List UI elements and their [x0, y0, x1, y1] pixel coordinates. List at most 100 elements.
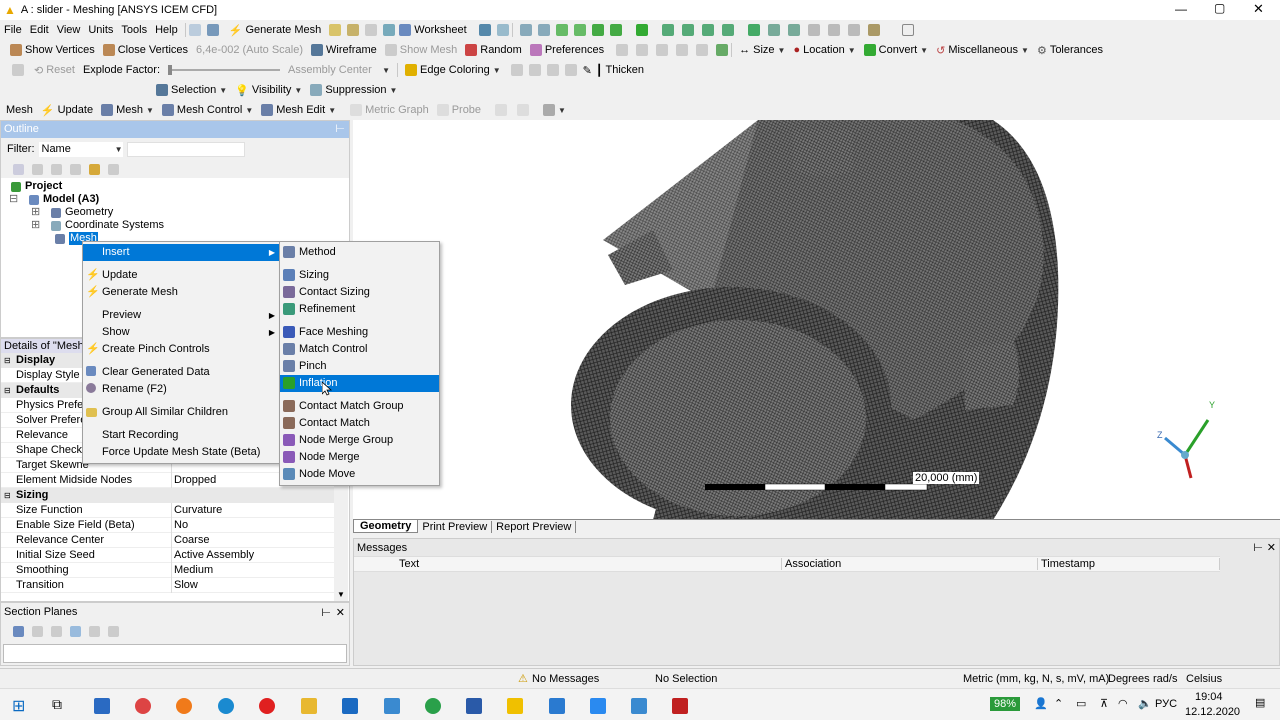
delete-plane-icon[interactable]: [51, 625, 62, 637]
rotation-units[interactable]: rad/s: [1153, 673, 1177, 685]
viewports-icon[interactable]: [867, 24, 880, 36]
notifications-icon[interactable]: ▤: [1255, 696, 1265, 709]
plane-settings-icon[interactable]: [108, 625, 119, 637]
scroll-down-icon[interactable]: ▼: [337, 590, 345, 599]
details-row[interactable]: Initial Size Seed Active Assembly: [1, 548, 347, 563]
suppression-dropdown[interactable]: Suppression ▼: [306, 81, 401, 99]
zoom-app-icon[interactable]: [590, 698, 606, 714]
wireframe-button[interactable]: Wireframe: [307, 41, 381, 59]
select-body-icon[interactable]: [573, 24, 586, 36]
close-vertices-button[interactable]: Close Vertices: [99, 41, 192, 59]
graphics-viewport[interactable]: 20,000 (mm) Y Z: [353, 120, 1280, 520]
maximize-icon[interactable]: ▢: [1214, 1, 1225, 15]
probe-button[interactable]: Probe: [433, 101, 485, 119]
edge-line-icon[interactable]: [546, 64, 559, 76]
assembly-center-dropdown[interactable]: Assembly Center ▼: [284, 61, 394, 79]
firefox-app-icon[interactable]: [176, 698, 192, 714]
explorer-app-icon[interactable]: [301, 698, 317, 714]
rotate-icon[interactable]: [661, 24, 674, 36]
collapse-icon[interactable]: ⊟: [9, 193, 19, 206]
windows-start-icon[interactable]: ⊞: [12, 696, 25, 716]
thicken-button[interactable]: ┃ Thicken: [592, 61, 648, 79]
tree-item-coordinate-systems[interactable]: ⊞ Coordinate Systems: [1, 219, 349, 232]
section-planes-list[interactable]: [3, 644, 347, 663]
select-face-icon[interactable]: [555, 24, 568, 36]
size-dropdown[interactable]: ↔ Size ▼: [735, 41, 789, 59]
menu-item-clear-generated-data[interactable]: Clear Generated Data: [83, 364, 279, 381]
slider-thumb[interactable]: [168, 65, 173, 75]
edge-coloring-dropdown[interactable]: Edge Coloring ▼: [401, 61, 505, 79]
opera-app-icon[interactable]: [259, 698, 275, 714]
select-element-icon[interactable]: [609, 24, 622, 36]
previous-view-icon[interactable]: [807, 24, 820, 36]
plane-grid-icon[interactable]: [89, 625, 100, 637]
property-value[interactable]: Curvature: [174, 503, 334, 518]
menu-item-rename-f2[interactable]: Rename (F2): [83, 381, 279, 398]
image-icon[interactable]: [383, 24, 396, 36]
people-icon[interactable]: 👤: [1034, 697, 1048, 710]
menu-item-generate-mesh[interactable]: ⚡ Generate Mesh: [83, 284, 279, 301]
menu-item-start-recording[interactable]: Start Recording: [83, 427, 279, 444]
tree-collapse-icon[interactable]: [32, 163, 43, 175]
worksheet-button[interactable]: Worksheet: [395, 21, 470, 39]
flip-plane-icon[interactable]: [70, 625, 81, 637]
task-view-icon[interactable]: ⧉: [52, 696, 62, 713]
unit-system[interactable]: Metric (mm, kg, N, s, mV, mA): [963, 673, 1109, 685]
tab-print-preview[interactable]: Print Preview: [418, 520, 493, 533]
pin-icon[interactable]: ⊢: [321, 606, 331, 619]
copy-plane-icon[interactable]: [32, 625, 43, 637]
menu-help[interactable]: Help: [151, 21, 182, 39]
refresh-icon[interactable]: [188, 24, 201, 36]
network-icon[interactable]: ⊼: [1100, 697, 1108, 710]
select-edge-icon[interactable]: [537, 24, 550, 36]
calculator-app-icon[interactable]: [94, 698, 110, 714]
menu-item-group-all-similar-children[interactable]: Group All Similar Children: [83, 404, 279, 421]
collapse-icon[interactable]: ⊟: [4, 383, 11, 398]
miscellaneous-dropdown[interactable]: ↺ Miscellaneous ▼: [932, 41, 1033, 59]
wifi-icon[interactable]: ◠: [1118, 697, 1128, 710]
submenu-item-refinement[interactable]: Refinement: [280, 301, 439, 318]
edge-icon[interactable]: [676, 44, 689, 56]
submenu-item-contact-sizing[interactable]: Contact Sizing: [280, 284, 439, 301]
tab-report-preview[interactable]: Report Preview: [492, 520, 577, 533]
tree-item-model[interactable]: ⊟ Model (A3): [1, 193, 349, 206]
edge-line-icon[interactable]: [510, 64, 523, 76]
tree-expand-all-icon[interactable]: [70, 163, 81, 175]
pan-icon[interactable]: [681, 24, 694, 36]
column-text[interactable]: Text: [354, 558, 782, 570]
preferences-button[interactable]: Preferences: [526, 41, 608, 59]
chrome-app-icon[interactable]: [135, 698, 151, 714]
battery-indicator[interactable]: 98%: [990, 697, 1021, 711]
edge-line-icon[interactable]: [528, 64, 541, 76]
ansys-app-icon[interactable]: [507, 698, 523, 714]
submenu-item-inflation[interactable]: Inflation: [280, 375, 439, 392]
annotation-icon[interactable]: [365, 24, 378, 36]
details-row[interactable]: Enable Size Field (Beta) No: [1, 518, 347, 533]
update-button[interactable]: ⚡ Update: [37, 101, 97, 119]
grid-icon[interactable]: [517, 104, 530, 116]
pinned-app-icon[interactable]: [631, 698, 647, 714]
tree-item-project[interactable]: Project: [1, 180, 349, 193]
submenu-item-contact-match[interactable]: Contact Match: [280, 415, 439, 432]
tray-arrow-icon[interactable]: ⌃: [1054, 697, 1063, 710]
selection-dropdown[interactable]: Selection ▼: [152, 81, 231, 99]
collapse-icon[interactable]: ⊟: [4, 353, 11, 368]
details-category[interactable]: ⊟ Sizing: [1, 488, 347, 503]
visibility-dropdown[interactable]: 💡 Visibility ▼: [231, 81, 306, 99]
details-row[interactable]: Relevance Center Coarse: [1, 533, 347, 548]
menu-item-insert[interactable]: Insert ▶: [83, 244, 279, 261]
edge-icon[interactable]: [656, 44, 669, 56]
property-value[interactable]: Active Assembly: [174, 548, 334, 563]
volume-icon[interactable]: 🔈: [1138, 697, 1152, 710]
details-row[interactable]: Transition Slow: [1, 578, 347, 593]
edge-app-icon[interactable]: [218, 698, 234, 714]
zoom-icon[interactable]: [701, 24, 714, 36]
column-association[interactable]: Association: [782, 558, 1038, 570]
grid-icon[interactable]: [329, 24, 342, 36]
explode-slider[interactable]: [168, 63, 281, 77]
menu-units[interactable]: Units: [84, 21, 117, 39]
collapse-icon[interactable]: ⊟: [4, 488, 11, 503]
menu-item-show[interactable]: Show ▶: [83, 324, 279, 341]
submenu-item-method[interactable]: Method: [280, 244, 439, 261]
tree-refresh-icon[interactable]: [13, 163, 24, 175]
